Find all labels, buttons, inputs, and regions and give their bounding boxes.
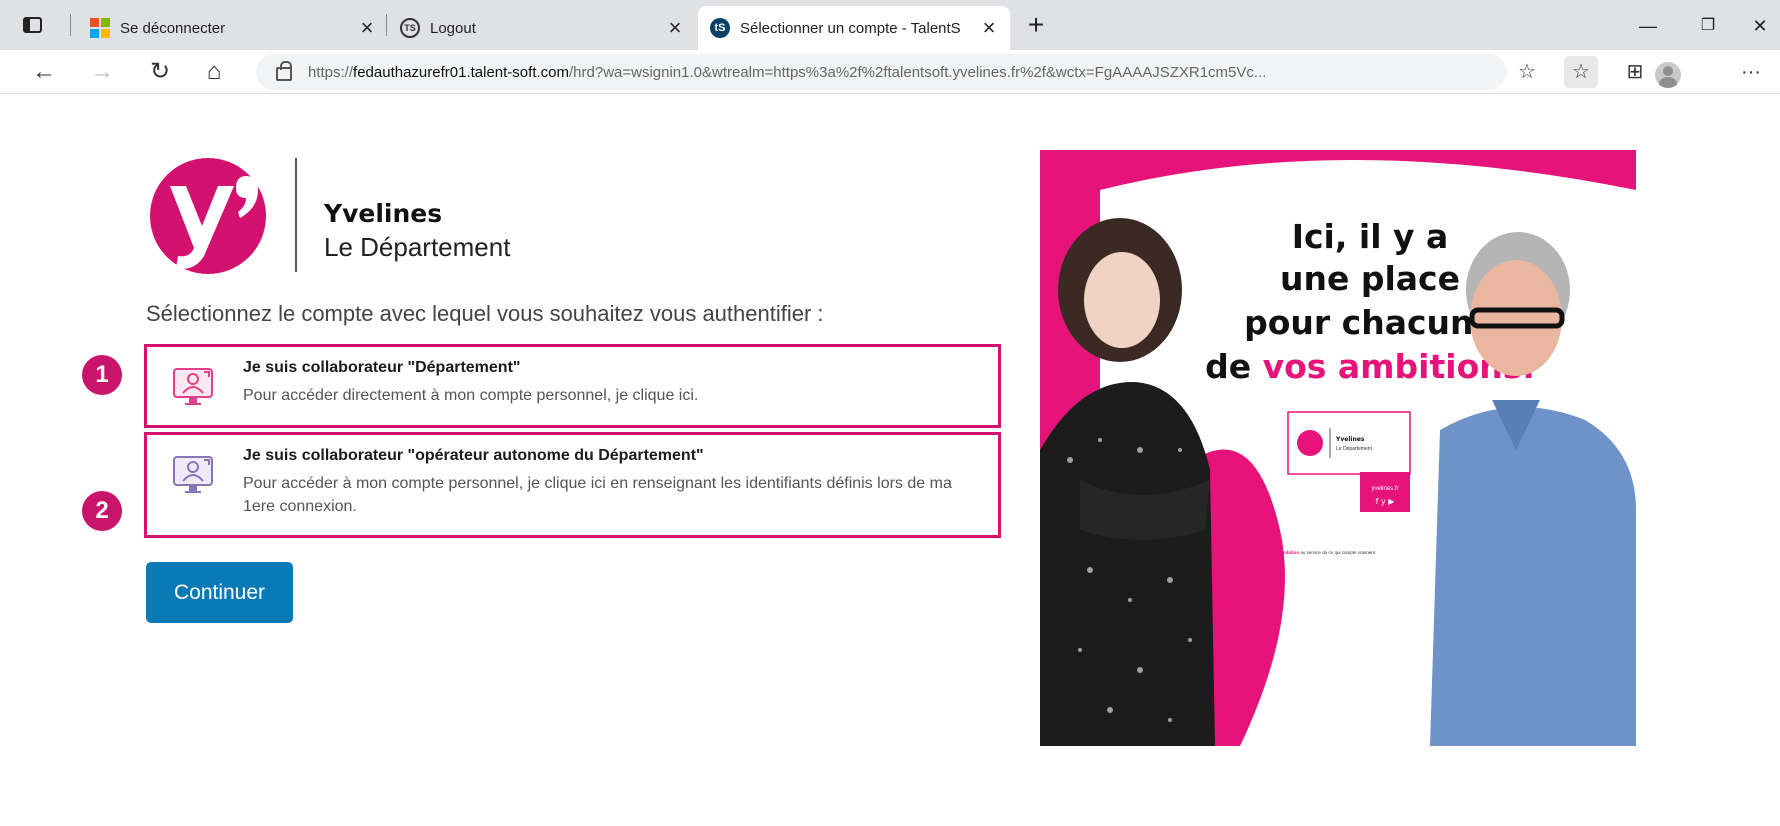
- mini-yvelines-logo-icon: [1297, 430, 1323, 456]
- user-monitor-icon: [173, 456, 213, 493]
- option-title: Je suis collaborateur "Département": [243, 359, 521, 376]
- brand-title: Yvelines: [324, 199, 443, 228]
- tab-separator: [70, 14, 71, 36]
- promo-headline-line-1: Ici, il y a: [1292, 217, 1449, 256]
- tab-label: Logout: [430, 19, 476, 37]
- close-window-icon[interactable]: ✕: [1740, 12, 1780, 40]
- yvelines-logo-icon: [150, 158, 266, 274]
- tab-se-deconnecter[interactable]: Se déconnecter ×: [78, 6, 388, 50]
- promo-headline-prefix: de: [1205, 347, 1263, 386]
- url-bar[interactable]: https://fedauthazurefr01.talent-soft.com…: [256, 54, 1506, 90]
- lock-icon[interactable]: [276, 61, 292, 81]
- microsoft-logo-icon: [90, 18, 110, 38]
- url-scheme: https://: [308, 63, 354, 81]
- promo-social-icons: f y ▶: [1376, 497, 1396, 506]
- tab-label: Sélectionner un compte - TalentS: [740, 19, 961, 37]
- step-badge-1: 1: [82, 355, 122, 395]
- url-text[interactable]: https://fedauthazurefr01.talent-soft.com…: [308, 64, 1506, 81]
- account-option-departement[interactable]: Je suis collaborateur "Département" Pour…: [144, 344, 1001, 428]
- forward-icon: →: [90, 58, 114, 85]
- close-tab-icon[interactable]: ×: [356, 17, 378, 39]
- brand-divider: [295, 158, 297, 272]
- user-monitor-icon: [173, 368, 213, 405]
- tab-separator: [386, 14, 387, 36]
- home-icon[interactable]: ⌂: [196, 54, 232, 90]
- promo-tagline-highlight: Votre ambition: [1268, 550, 1299, 555]
- profile-avatar[interactable]: [1655, 62, 1681, 88]
- page-instruction: Sélectionnez le compte avec lequel vous …: [146, 301, 824, 326]
- promo-tagline-rest: au service de ce qui compte vraiment.: [1299, 550, 1376, 555]
- address-toolbar: ← → ↻ ⌂ https://fedauthazurefr01.talent-…: [0, 50, 1780, 94]
- close-tab-icon[interactable]: ×: [664, 17, 686, 39]
- option-title: Je suis collaborateur "opérateur autonom…: [243, 447, 704, 464]
- tab-logout[interactable]: TS Logout ×: [388, 6, 696, 50]
- tab-label: Se déconnecter: [120, 19, 226, 37]
- new-tab-icon[interactable]: +: [1022, 11, 1050, 40]
- back-icon[interactable]: ←: [26, 54, 62, 90]
- add-favorite-icon[interactable]: ☆: [1510, 56, 1544, 88]
- promo-website: yvelines.fr: [1371, 486, 1398, 492]
- collections-icon[interactable]: ⊞: [1618, 56, 1652, 88]
- browser-tab-bar: Se déconnecter × TS Logout × tS Sélectio…: [0, 0, 1780, 50]
- account-option-operateur-autonome[interactable]: Je suis collaborateur "opérateur autonom…: [144, 432, 1001, 538]
- promo-headline-line-3: pour chacune: [1244, 303, 1496, 342]
- talentsoft-logo-icon: tS: [710, 18, 730, 38]
- reload-icon[interactable]: ↻: [142, 54, 178, 90]
- ts-logo-icon: TS: [400, 18, 420, 38]
- step-badge-2: 2: [82, 491, 122, 531]
- promo-headline-line-2: une place: [1280, 259, 1460, 298]
- promo-mini-logo-title: Yvelines: [1335, 436, 1365, 443]
- close-tab-icon[interactable]: ×: [978, 17, 1000, 39]
- option-description: Pour accéder directement à mon compte pe…: [243, 387, 699, 404]
- tab-actions-icon[interactable]: [18, 12, 46, 38]
- restore-icon[interactable]: ❐: [1688, 12, 1728, 40]
- promo-banner-image: Ici, il y a une place pour chacune de vo…: [1040, 150, 1636, 746]
- brand-subtitle: Le Département: [324, 232, 511, 262]
- promo-mini-logo-subtitle: Le Département: [1336, 446, 1372, 452]
- favorites-icon[interactable]: ☆: [1564, 56, 1598, 88]
- more-menu-icon[interactable]: ···: [1734, 56, 1768, 88]
- url-host: fedauthazurefr01.talent-soft.com: [353, 63, 569, 81]
- url-path: /hrd?wa=wsignin1.0&wtrealm=https%3a%2f%2…: [569, 63, 1267, 81]
- tab-selectionner-un-compte[interactable]: tS Sélectionner un compte - TalentS ×: [698, 6, 1010, 50]
- minimize-icon[interactable]: —: [1628, 12, 1668, 40]
- option-description: Pour accéder à mon compte personnel, je …: [243, 475, 952, 515]
- promo-tagline: Votre ambition au service de ce qui comp…: [1268, 550, 1376, 555]
- continue-button[interactable]: Continuer: [146, 562, 293, 623]
